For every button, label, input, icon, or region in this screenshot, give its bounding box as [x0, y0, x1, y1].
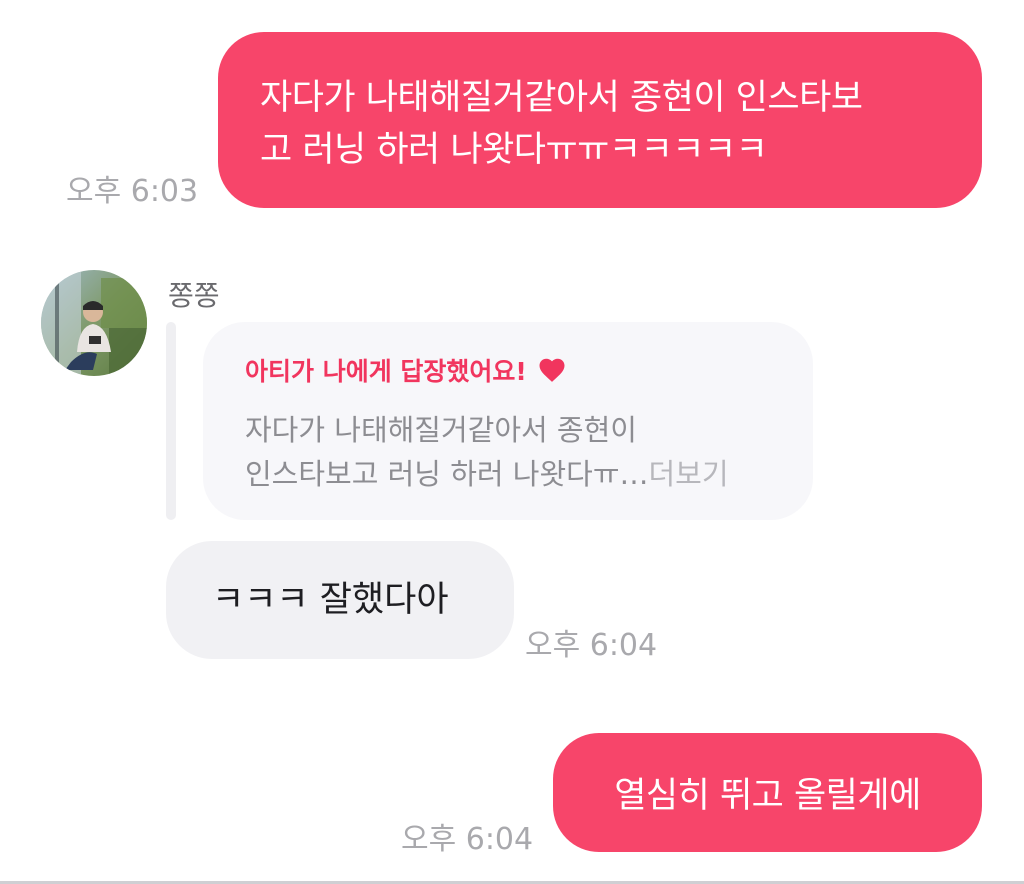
- outgoing-message-bubble[interactable]: 자다가 나태해질거같아서 종현이 인스타보 고 러닝 하러 나왓다ㅠㅠㅋㅋㅋㅋㅋ: [218, 32, 982, 208]
- more-link[interactable]: 더보기: [649, 457, 729, 491]
- reply-text-line: 인스타보고 러닝 하러 나왓다ㅠ…더보기: [245, 452, 775, 496]
- message-timestamp: 오후 6:04: [525, 628, 658, 663]
- chat-screen: 자다가 나태해질거같아서 종현이 인스타보 고 러닝 하러 나왓다ㅠㅠㅋㅋㅋㅋㅋ…: [0, 0, 1024, 884]
- reply-quote-bar: [166, 322, 176, 520]
- reply-text-line-content: 인스타보고 러닝 하러 나왓다ㅠ…: [245, 457, 649, 491]
- message-text-line: 자다가 나태해질거같아서 종현이 인스타보: [260, 78, 863, 118]
- avatar-photo: [41, 270, 147, 376]
- avatar[interactable]: [41, 270, 147, 376]
- reply-quoted-text: 자다가 나태해질거같아서 종현이 인스타보고 러닝 하러 나왓다ㅠ…더보기: [245, 408, 775, 496]
- message-timestamp: 오후 6:03: [66, 174, 199, 209]
- message-timestamp: 오후 6:04: [401, 822, 534, 857]
- sender-name: 쫑쫑: [168, 279, 220, 312]
- incoming-message-bubble[interactable]: ㅋㅋㅋ 잘했다아: [166, 541, 514, 659]
- reply-quote-card[interactable]: 아티가 나에게 답장했어요! 자다가 나태해질거같아서 종현이 인스타보고 러닝…: [203, 322, 813, 520]
- reply-text-line: 자다가 나태해질거같아서 종현이: [245, 413, 637, 447]
- outgoing-message-bubble[interactable]: 열심히 뛰고 올릴게에: [553, 733, 982, 852]
- heart-icon: [537, 355, 567, 385]
- heart-icon-shape: [539, 358, 565, 382]
- message-text-line: 열심히 뛰고 올릴게에: [614, 776, 921, 816]
- reply-title-text: 아티가 나에게 답장했어요!: [245, 357, 527, 386]
- reply-title: 아티가 나에게 답장했어요!: [245, 348, 775, 392]
- message-text-line: 고 러닝 하러 나왓다ㅠㅠㅋㅋㅋㅋㅋ: [260, 130, 768, 170]
